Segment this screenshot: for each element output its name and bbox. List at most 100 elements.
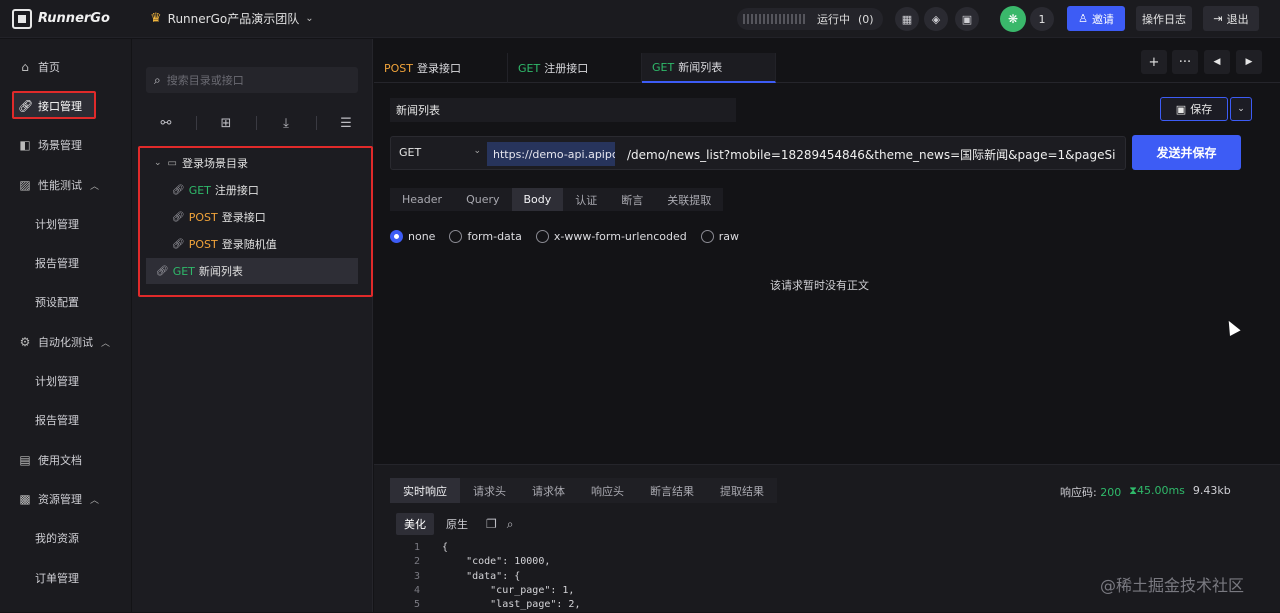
chevron-down-icon: ⌄ [305, 13, 314, 24]
app-logo[interactable]: RunnerGo [12, 8, 132, 29]
radio-form-data[interactable]: form-data [449, 230, 522, 243]
radio-urlencoded[interactable]: x-www-form-urlencoded [535, 230, 687, 243]
code-line: 2 "code": 10000, [413, 556, 551, 568]
method-badge: POST [188, 237, 218, 251]
sidebar-item-auto-plan[interactable]: 计划管理 [0, 364, 131, 398]
more-icon[interactable]: ··· [1172, 50, 1198, 74]
home-icon: ⌂ [21, 60, 29, 74]
next-tab-icon[interactable]: ▶ [1236, 50, 1262, 74]
tab-request-headers[interactable]: 请求头 [460, 478, 519, 503]
empty-body-message: 该请求暂时没有正文 [770, 279, 869, 292]
invite-label: 邀请 [1091, 12, 1114, 26]
response-time: 45.00ms [1136, 484, 1185, 497]
link-icon: 🔗︎ [172, 184, 185, 196]
crown-icon: ♛ [150, 11, 162, 26]
user-count: 1 [1030, 7, 1054, 31]
save-button[interactable]: ▣ 保存 [1160, 97, 1228, 121]
tab-extract[interactable]: 关联提取 [655, 188, 723, 211]
sidebar-item-resources[interactable]: ▩ 资源管理 ︿ [0, 482, 131, 516]
cube-icon[interactable]: ◈ [924, 7, 948, 31]
tab-query[interactable]: Query [454, 188, 511, 211]
add-tab-icon[interactable]: + [1141, 50, 1167, 74]
sidebar-item-report-management[interactable]: 报告管理 [0, 246, 131, 280]
radio-raw[interactable]: raw [700, 230, 739, 243]
sidebar-item-auto-report[interactable]: 报告管理 [0, 403, 131, 437]
logout-icon: ⇥ [1213, 12, 1223, 25]
code-line: 5 "last_page": 2, [413, 599, 581, 611]
method-badge: POST [188, 210, 218, 224]
scene-icon: ◧ [19, 138, 31, 152]
tab-news-list[interactable]: GET 新闻列表 [642, 53, 776, 83]
sidebar-item-automation[interactable]: ⚙ 自动化测试 ︿ [0, 325, 131, 359]
response-tabs: 实时响应 请求头 请求体 响应头 断言结果 提取结果 [390, 478, 777, 503]
progress-bars-icon [743, 14, 807, 24]
sidebar-item-scenes[interactable]: ◧ 场景管理 [0, 128, 131, 162]
sidebar-item-docs[interactable]: ▤ 使用文档 [0, 443, 131, 477]
sidebar-item-preset-config[interactable]: 预设配置 [0, 285, 131, 319]
code-line: 1{ [413, 542, 449, 553]
calculator-icon[interactable]: ▦ [895, 7, 919, 31]
team-selector[interactable]: ♛ RunnerGo产品演示团队 ⌄ [150, 10, 314, 27]
tab-pretty[interactable]: 美化 [396, 513, 434, 535]
tab-live-response[interactable]: 实时响应 [390, 478, 460, 503]
domain-select[interactable]: https://demo-api.apipc [487, 142, 615, 166]
api-tree-panel: ⌕ 搜索目录或接口 ⚯ ⊞ ⤓ ☰ ⌄ ▭ 登录场景目录 🔗︎ GET 注册接口… [132, 39, 373, 612]
sidebar-item-my-resources[interactable]: 我的资源 [0, 521, 131, 555]
url-path-input[interactable]: /demo/news_list?mobile=18289454846&theme… [627, 146, 1121, 163]
tab-assert-results[interactable]: 断言结果 [637, 478, 707, 503]
tab-register-api[interactable]: GET 注册接口 [508, 53, 642, 83]
request-name-input[interactable]: 新闻列表 [390, 98, 736, 122]
sidebar-item-plan-management[interactable]: 计划管理 [0, 207, 131, 241]
main-panel: POST 登录接口 GET 注册接口 GET 新闻列表 + ··· ◀ ▶ 新闻列表 … [374, 39, 1280, 612]
link-icon: 🔗︎ [156, 265, 169, 277]
tab-login-api[interactable]: POST 登录接口 [374, 53, 508, 83]
app-name: RunnerGo [38, 11, 110, 26]
add-api-icon[interactable]: ⚯ [146, 116, 186, 131]
sort-icon[interactable]: ☰ [326, 116, 366, 131]
running-status[interactable]: 运行中 (0) [737, 8, 883, 30]
invite-button[interactable]: ♙ 邀请 [1067, 6, 1125, 31]
logout-button[interactable]: ⇥ 退出 [1203, 6, 1259, 31]
prev-tab-icon[interactable]: ◀ [1204, 50, 1230, 74]
save-dropdown[interactable]: ⌄ [1230, 97, 1252, 121]
search-icon: ⌕ [154, 72, 161, 87]
tab-request-body[interactable]: 请求体 [519, 478, 578, 503]
tab-body[interactable]: Body [511, 188, 564, 211]
tab-extract-results[interactable]: 提取结果 [707, 478, 777, 503]
import-icon[interactable]: ⤓ [266, 116, 306, 131]
chevron-down-icon: ⌄ [1237, 104, 1245, 114]
sidebar-item-home[interactable]: ⌂ 首页 [0, 50, 131, 84]
tree-item[interactable]: 🔗︎ POST 登录随机值 [172, 231, 277, 257]
runnergo-logo-icon [12, 8, 32, 29]
tab-raw[interactable]: 原生 [438, 513, 476, 535]
tab-response-headers[interactable]: 响应头 [578, 478, 637, 503]
folder-name: 登录场景目录 [182, 157, 248, 170]
sidebar-item-orders[interactable]: 订单管理 [0, 561, 131, 595]
user-icon: ♙ [1078, 12, 1088, 25]
tree-item[interactable]: 🔗︎ GET 注册接口 [172, 177, 259, 203]
tree-item[interactable]: 🔗︎ POST 登录接口 [172, 204, 266, 230]
search-icon[interactable]: ⌕ [507, 517, 514, 532]
search-input[interactable]: ⌕ 搜索目录或接口 [146, 67, 358, 93]
tree-folder[interactable]: ⌄ ▭ 登录场景目录 [154, 150, 248, 176]
tab-header[interactable]: Header [390, 188, 454, 211]
resource-icon: ▩ [19, 492, 31, 506]
status-code: 200 [1100, 486, 1122, 499]
sidebar-item-performance[interactable]: ▨ 性能测试 ︿ [0, 168, 131, 202]
window-icon[interactable]: ▣ [955, 7, 979, 31]
add-folder-icon[interactable]: ⊞ [206, 116, 246, 131]
operation-log-button[interactable]: 操作日志 [1136, 6, 1192, 31]
tab-assert[interactable]: 断言 [609, 188, 655, 211]
sidebar-item-api-management[interactable]: 🔗︎ 接口管理 [0, 89, 131, 123]
divider [315, 116, 317, 130]
tab-auth[interactable]: 认证 [563, 188, 609, 211]
divider [255, 116, 257, 130]
avatar[interactable]: ❋ [1000, 6, 1026, 32]
api-name: 新闻列表 [198, 265, 243, 278]
method-select[interactable]: GET ⌄ [399, 146, 481, 159]
copy-icon[interactable]: ❐ [486, 517, 497, 531]
tree-item-selected[interactable]: 🔗︎ GET 新闻列表 [146, 258, 358, 284]
send-and-save-button[interactable]: 发送并保存 [1132, 135, 1241, 170]
api-name: 登录接口 [221, 211, 266, 224]
radio-none[interactable]: none [390, 230, 435, 243]
